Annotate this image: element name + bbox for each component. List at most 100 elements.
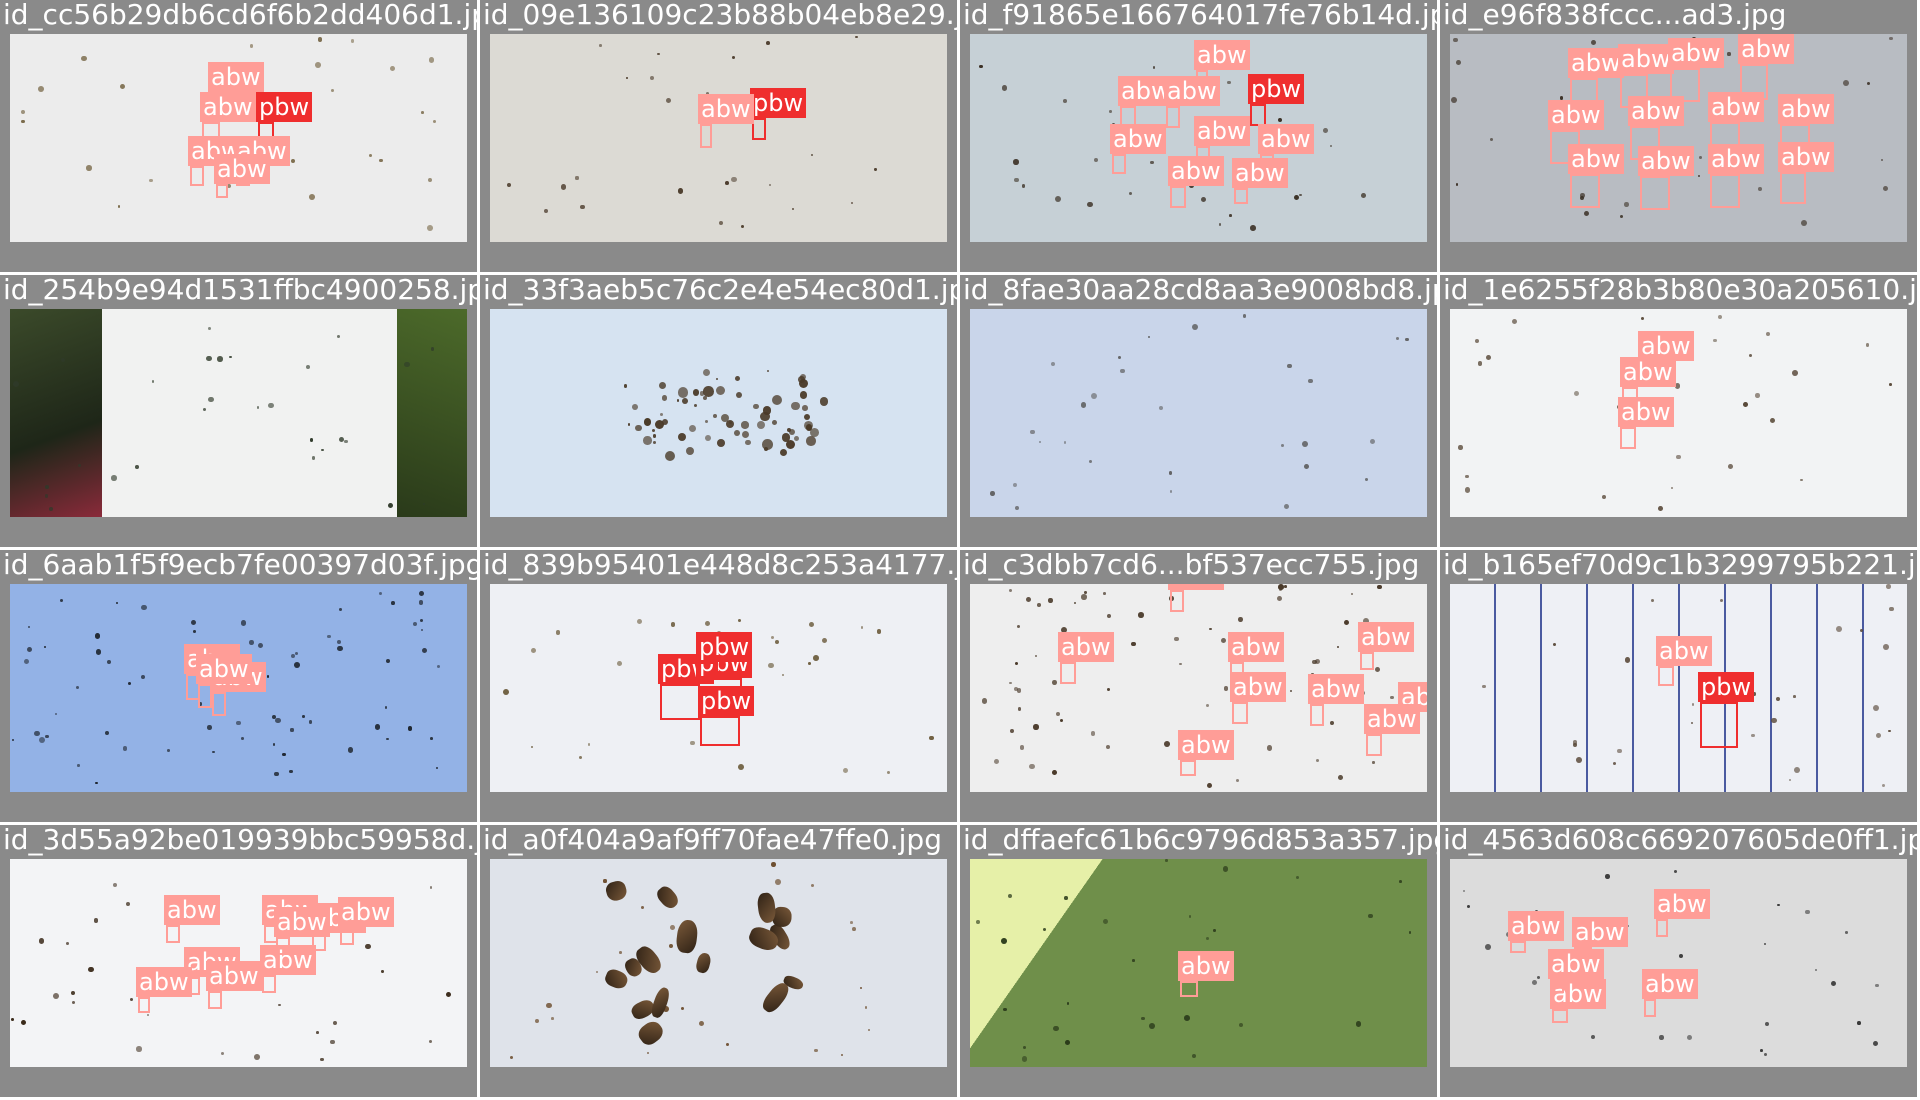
image-tile[interactable]: pbw abw id_09e136109c23b88b04eb8e29.jpg	[480, 0, 957, 272]
insect-specimen	[675, 918, 699, 954]
bounding-box	[212, 692, 226, 716]
bounding-box	[216, 184, 228, 198]
image-tile[interactable]: abwabwabwabwabwabwabwabwabwid_c3dbb7cd6.…	[960, 550, 1437, 822]
bounding-box	[1310, 704, 1324, 726]
image-tile[interactable]: id_8fae30aa28cd8aa3e9008bd8.jpg	[960, 275, 1437, 547]
bounding-box	[700, 716, 740, 746]
image-tile[interactable]: id_33f3aeb5c76c2e4e54ec80d1.jpg	[480, 275, 957, 547]
debris-speck	[129, 998, 133, 1002]
abw-detection: abw	[1058, 632, 1114, 684]
debris-speck	[733, 430, 740, 436]
bounding-box	[1550, 979, 1564, 993]
debris-speck	[330, 1039, 335, 1044]
debris-speck	[726, 1043, 730, 1047]
debris-speck	[502, 688, 509, 695]
debris-speck	[1314, 658, 1321, 665]
debris-speck	[94, 633, 101, 639]
debris-speck	[28, 625, 31, 628]
tile-photo: abw abw pbw abw abw abw	[10, 34, 467, 242]
debris-speck	[369, 153, 373, 157]
debris-speck	[321, 448, 324, 452]
debris-speck	[44, 645, 47, 649]
tile-filename: id_1e6255f28b3b80e30a205610.jpg	[1443, 275, 1917, 306]
debris-speck	[404, 361, 410, 368]
debris-speck	[27, 647, 33, 653]
debris-speck	[430, 346, 435, 351]
debris-speck	[274, 771, 279, 777]
debris-speck	[1206, 782, 1212, 788]
image-tile[interactable]: abwabwabwid_6aab1f5f9ecb7fe00397d03f.jpg	[0, 550, 477, 822]
debris-speck	[1141, 1016, 1145, 1021]
debris-speck	[1395, 336, 1400, 341]
debris-speck	[1888, 383, 1892, 387]
debris-speck	[59, 599, 63, 603]
debris-speck	[598, 44, 602, 47]
bounding-box	[1232, 702, 1248, 724]
debris-speck	[1168, 471, 1173, 475]
image-tile[interactable]: abw abw abw id_1e6255f28b3b80e30a205610.jpg	[1440, 275, 1917, 547]
debris-speck	[347, 747, 354, 753]
debris-speck	[1590, 1035, 1595, 1040]
debris-speck	[1063, 441, 1067, 444]
debris-speck	[546, 1002, 552, 1009]
debris-speck	[433, 120, 437, 124]
debris-speck	[1218, 223, 1221, 226]
debris-speck	[1009, 681, 1012, 685]
debris-speck	[1398, 879, 1402, 883]
bounding-box	[660, 684, 700, 720]
debris-speck	[1284, 504, 1290, 510]
image-tile[interactable]: id_a0f404a9af9ff70fae47ffe0.jpg	[480, 825, 957, 1097]
debris-speck	[420, 619, 424, 623]
debris-speck	[119, 83, 126, 90]
class-label: pbw	[698, 686, 755, 716]
debris-speck	[657, 52, 660, 56]
debris-speck	[1727, 464, 1733, 470]
image-tile[interactable]: id_254b9e94d1531ffbc4900258.jpg	[0, 275, 477, 547]
bounding-box	[1166, 106, 1180, 128]
debris-speck	[331, 88, 335, 92]
abw-detection: abw	[1308, 674, 1364, 726]
debris-speck	[530, 647, 536, 653]
debris-speck	[774, 879, 781, 885]
debris-speck	[1169, 490, 1172, 493]
debris-speck	[1659, 1035, 1664, 1040]
bounding-box	[190, 166, 204, 186]
abw-detection: abw	[1618, 397, 1674, 449]
debris-speck	[20, 110, 26, 115]
debris-speck	[753, 404, 759, 410]
image-tile[interactable]: abw abw pbw abw abw abw id_cc56b29db6cd6f6b2dd…	[0, 0, 477, 272]
debris-speck	[350, 39, 354, 43]
debris-speck	[1612, 761, 1616, 765]
image-tile[interactable]: pbw pbw pbw pbw id_839b95401e448d8c253a4177.…	[480, 550, 957, 822]
debris-speck	[652, 429, 656, 433]
class-label: abw	[1618, 44, 1674, 74]
debris-speck	[1238, 616, 1243, 622]
debris-speck	[1742, 402, 1748, 407]
debris-speck	[39, 736, 46, 743]
image-tile[interactable]: abw abw abw abw abw abw abw abw abw abw abw abw id_e…	[1440, 0, 1917, 272]
debris-speck	[37, 85, 44, 92]
debris-speck	[712, 414, 717, 419]
debris-speck	[104, 731, 110, 736]
debris-speck	[1344, 619, 1350, 625]
debris-speck	[506, 182, 512, 188]
debris-speck	[850, 202, 853, 205]
abw-detection: abw	[338, 897, 394, 945]
debris-speck	[1038, 440, 1042, 444]
class-label: pbw	[1248, 74, 1305, 104]
debris-speck	[435, 766, 439, 769]
debris-speck	[1188, 915, 1192, 918]
debris-speck	[136, 1046, 142, 1052]
class-label: abw	[1568, 144, 1624, 174]
debris-speck	[1690, 721, 1693, 724]
debris-speck	[290, 728, 294, 732]
bounding-box	[1060, 662, 1076, 684]
image-tile[interactable]: abw id_dffaefc61b6c9796d853a357.jpg	[960, 825, 1437, 1097]
image-tile[interactable]: abw abw abw pbw abw abw abw abw abw id_f91865e166…	[960, 0, 1437, 272]
debris-speck	[735, 376, 741, 382]
debris-speck	[1021, 184, 1026, 188]
image-tile[interactable]: abwabwabwabwabwabwabwabwabwid_3d55a92be0…	[0, 825, 477, 1097]
image-tile[interactable]: abw abw abw abw abw abw id_4563d608c669207605d…	[1440, 825, 1917, 1097]
debris-speck	[23, 659, 29, 665]
image-tile[interactable]: abw pbw id_b165ef70d9c1b3299795b221.jpg	[1440, 550, 1917, 822]
